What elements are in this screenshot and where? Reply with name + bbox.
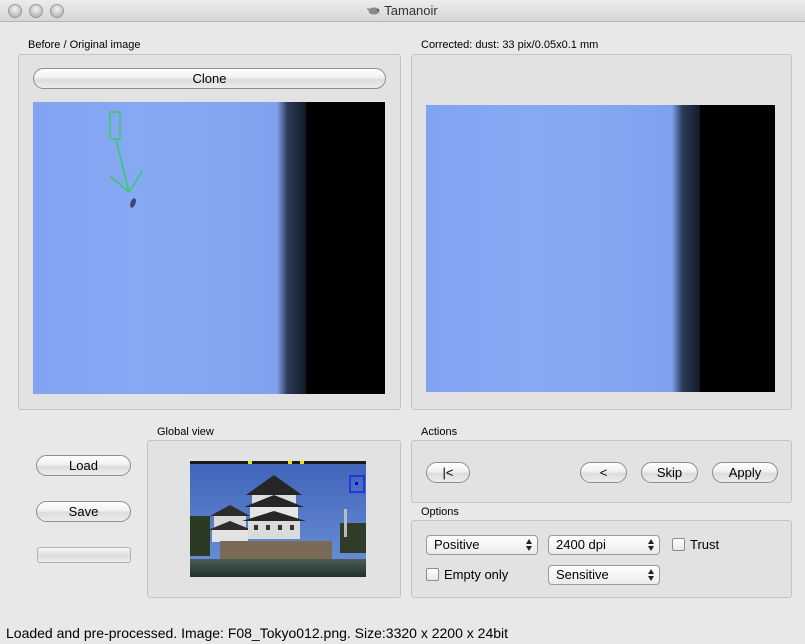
corrected-panel-label: Corrected: dust: 33 pix/0.05x0.1 mm [421, 39, 599, 51]
window-title-text: Tamanoir [384, 3, 438, 18]
trust-label: Trust [690, 537, 720, 552]
original-image-view[interactable] [33, 102, 385, 394]
actions-label: Actions [421, 426, 458, 438]
dust-marker-overlay [109, 111, 144, 208]
skip-button[interactable]: Skip [641, 462, 698, 483]
dpi-value: 2400 dpi [556, 537, 606, 552]
window-titlebar: Tamanoir [0, 0, 805, 22]
sensitivity-value: Sensitive [556, 567, 609, 582]
options-label: Options [421, 506, 459, 518]
up-down-arrows-icon [648, 539, 654, 551]
progress-bar [37, 547, 131, 563]
corrected-image-sky [426, 105, 686, 392]
load-button[interactable]: Load [36, 455, 131, 476]
trust-checkbox[interactable] [672, 538, 685, 551]
status-text: Loaded and pre-processed. Image: F08_Tok… [6, 625, 509, 641]
clone-button[interactable]: Clone [33, 68, 386, 89]
up-down-arrows-icon [526, 539, 532, 551]
tamanoir-app-icon [367, 7, 380, 15]
castle-thumbnail-image [190, 461, 366, 577]
dust-arrow-line [115, 138, 130, 193]
sensitivity-select[interactable]: Sensitive [548, 565, 660, 585]
previous-dust-button[interactable]: < [580, 462, 627, 483]
up-down-arrows-icon [648, 569, 654, 581]
film-type-select[interactable]: Positive [426, 535, 538, 555]
before-panel-label: Before / Original image [28, 39, 141, 51]
corrected-image-view[interactable] [426, 105, 775, 392]
dust-speck [130, 198, 136, 208]
film-type-value: Positive [434, 537, 480, 552]
empty-only-label: Empty only [444, 567, 509, 582]
dust-arrow-head-right [128, 169, 144, 193]
options-panel [411, 520, 792, 598]
corrected-image-frame-border [700, 105, 775, 392]
apply-button[interactable]: Apply [712, 462, 778, 483]
dpi-select[interactable]: 2400 dpi [548, 535, 660, 555]
global-view-thumbnail[interactable] [190, 461, 366, 577]
corrected-image-frame-edge [672, 105, 702, 392]
window-title: Tamanoir [0, 3, 805, 18]
global-view-label: Global view [157, 426, 214, 438]
dust-search-box [109, 111, 121, 140]
save-button[interactable]: Save [36, 501, 131, 522]
first-dust-button[interactable]: |< [426, 462, 470, 483]
empty-only-checkbox[interactable] [426, 568, 439, 581]
